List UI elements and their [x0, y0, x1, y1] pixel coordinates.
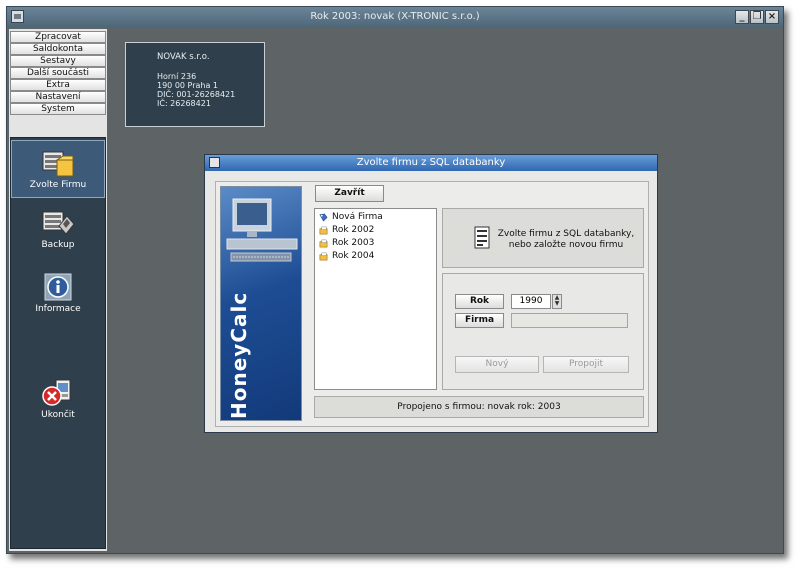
year-folder-icon: [319, 239, 328, 248]
computer-illustration-icon: [226, 198, 298, 262]
tree-item-nova-firma[interactable]: Nová Firma: [319, 211, 436, 224]
database-list-icon: [474, 226, 490, 249]
tree-item-rok-2002[interactable]: Rok 2002: [319, 224, 436, 237]
close-window-button[interactable]: ×: [765, 10, 779, 24]
company-info-box: NOVAK s.r.o. Horní 236 190 00 Praha 1 DI…: [125, 42, 265, 127]
firma-label-button[interactable]: Firma: [455, 313, 504, 328]
rok-label-button[interactable]: Rok: [455, 294, 504, 309]
connection-status: Propojeno s firmou: novak rok: 2003: [314, 396, 644, 418]
nav-zvolte-firmu[interactable]: Zvolte Firmu: [11, 140, 105, 198]
company-ic: IČ: 26268421: [157, 99, 211, 108]
year-folder-icon: [319, 226, 328, 235]
menu-sestavy[interactable]: Sestavy: [10, 55, 106, 67]
window-titlebar[interactable]: Rok 2003: novak (X-TRONIC s.r.o.) _ ❐ ×: [7, 7, 783, 27]
year-folder-icon: [319, 252, 328, 261]
tree-item-label: Nová Firma: [332, 212, 383, 222]
dialog-window-icon[interactable]: [209, 157, 220, 168]
company-folder-icon: [42, 151, 74, 177]
menu-extra[interactable]: Extra: [10, 79, 106, 91]
backup-disk-icon: [42, 211, 75, 235]
company-dic: DIČ: 001-26268421: [157, 90, 236, 99]
tree-item-rok-2003[interactable]: Rok 2003: [319, 237, 436, 250]
nav-label-backup: Backup: [41, 240, 75, 250]
hint-text: Zvolte firmu z SQL databanky, nebo založ…: [497, 229, 635, 250]
main-window: Rok 2003: novak (X-TRONIC s.r.o.) _ ❐ × …: [6, 6, 784, 554]
app-window-icon[interactable]: [11, 10, 24, 23]
dialog-titlebar[interactable]: Zvolte firmu z SQL databanky: [205, 155, 657, 171]
menu-saldokonta[interactable]: Saldokonta: [10, 43, 106, 55]
tree-item-rok-2004[interactable]: Rok 2004: [319, 250, 436, 263]
window-title: Rok 2003: novak (X-TRONIC s.r.o.): [310, 11, 480, 22]
connect-button[interactable]: Propojit: [543, 356, 629, 373]
company-name: NOVAK s.r.o.: [157, 52, 210, 62]
new-button[interactable]: Nový: [455, 356, 539, 373]
company-tree: Nová Firma Rok 2002 Rok 2003 Rok 2004: [314, 208, 437, 390]
nav-label-ukoncit: Ukončit: [41, 410, 75, 420]
maximize-button[interactable]: ❐: [750, 10, 764, 24]
menu-system[interactable]: System: [10, 103, 106, 115]
menu-zpracovat[interactable]: Zpracovat: [10, 31, 106, 43]
honeycalc-banner: HoneyCalc: [220, 186, 302, 421]
menu-bar: Zpracovat Saldokonta Sestavy Další součá…: [10, 31, 106, 115]
nav-informace[interactable]: Informace: [11, 272, 105, 322]
close-button[interactable]: Zavřít: [315, 185, 384, 202]
tree-item-label: Rok 2004: [332, 251, 375, 261]
hint-panel: Zvolte firmu z SQL databanky, nebo založ…: [442, 208, 644, 268]
tree-item-label: Rok 2003: [332, 238, 375, 248]
company-address-city: 190 00 Praha 1: [157, 81, 219, 90]
info-icon: [44, 273, 72, 301]
dialog-content: HoneyCalc Zavřít Nová Firma Rok 2002 Rok…: [215, 181, 649, 427]
sidebar: Zpracovat Saldokonta Sestavy Další součá…: [9, 29, 107, 551]
rok-input[interactable]: 1990: [511, 294, 551, 309]
rok-spinner[interactable]: ▲ ▼: [552, 294, 562, 309]
window-controls: _ ❐ ×: [735, 10, 779, 24]
select-company-dialog: Zvolte firmu z SQL databanky HoneyCalc Z…: [204, 154, 658, 433]
exit-icon: [42, 379, 71, 406]
new-company-icon: [319, 213, 328, 222]
dialog-title: Zvolte firmu z SQL databanky: [356, 157, 506, 168]
firma-input[interactable]: [511, 313, 628, 328]
nav-ukoncit[interactable]: Ukončit: [11, 378, 105, 428]
tree-item-label: Rok 2002: [332, 225, 375, 235]
nav-label-zvolte-firmu: Zvolte Firmu: [29, 180, 87, 190]
form-panel: Rok 1990 ▲ ▼ Firma Nový Propojit: [442, 273, 644, 390]
nav-panel: Zvolte Firmu Backup Informace Ukončit: [10, 137, 106, 549]
minimize-button[interactable]: _: [735, 10, 749, 24]
banner-text: HoneyCalc: [227, 291, 251, 419]
menu-dalsi-soucasti[interactable]: Další součásti: [10, 67, 106, 79]
menu-nastaveni[interactable]: Nastavení: [10, 91, 106, 103]
nav-label-informace: Informace: [35, 304, 81, 314]
company-address-street: Horní 236: [157, 72, 197, 81]
nav-backup[interactable]: Backup: [11, 208, 105, 258]
